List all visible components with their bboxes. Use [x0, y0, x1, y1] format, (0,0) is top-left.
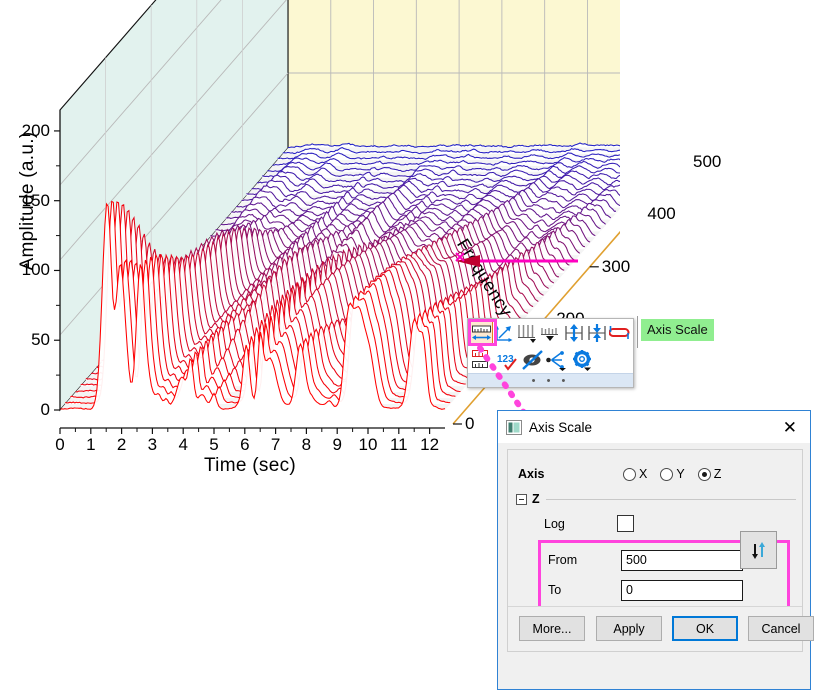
- x-tick-label-12: 12: [420, 435, 439, 455]
- z-tick-label-3: 400: [647, 204, 675, 224]
- y-tick-label-3: 150: [22, 191, 50, 211]
- x-tick-label-2: 2: [117, 435, 126, 455]
- toolbar-button-hide-show[interactable]: [520, 348, 545, 372]
- vertical-ticks-icon: [517, 323, 538, 343]
- x-tick-label-8: 8: [302, 435, 311, 455]
- gear-icon: [571, 349, 594, 371]
- toolbar-button-shrink-vertical[interactable]: [585, 321, 608, 345]
- collapse-icon[interactable]: [516, 494, 527, 505]
- log-checkbox[interactable]: [617, 515, 634, 532]
- expand-vertical-icon: [563, 323, 585, 343]
- to-label: To: [548, 583, 621, 597]
- x-tick-label-5: 5: [209, 435, 218, 455]
- toolbar-button-scatter-tool[interactable]: [545, 348, 570, 372]
- x-tick-label-3: 3: [148, 435, 157, 455]
- z-group-label: Z: [532, 492, 540, 506]
- axis-label: Axis: [518, 467, 623, 481]
- z-tick-label-0: 0: [465, 414, 474, 434]
- toolbar-button-expand-vertical[interactable]: [562, 321, 585, 345]
- radio-dot: [660, 468, 673, 481]
- radio-axis-z[interactable]: Z: [698, 467, 722, 481]
- x-tick-label-11: 11: [390, 435, 408, 455]
- ruler-ticks-icon: [471, 349, 494, 371]
- radio-dot: [698, 468, 711, 481]
- x-tick-label-7: 7: [271, 435, 280, 455]
- small-ticks-icon: [540, 323, 561, 343]
- swap-arrows-icon: [751, 542, 766, 559]
- toolbar-button-tick-labels[interactable]: [470, 348, 495, 372]
- x-tick-label-6: 6: [240, 435, 249, 455]
- toolbar-button-number-format[interactable]: 123: [495, 348, 520, 372]
- y-tick-label-2: 100: [22, 260, 50, 280]
- tooltip-axis-scale: Axis Scale: [641, 319, 714, 341]
- x-axis-title: Time (sec): [150, 455, 350, 477]
- loop-arrows-icon: [609, 323, 630, 343]
- radio-axis-y[interactable]: Y: [660, 467, 684, 481]
- z-tick-label-4: 500: [693, 152, 721, 172]
- more-button[interactable]: More...: [519, 616, 585, 641]
- toolbar-button-axis-scale[interactable]: [470, 321, 493, 345]
- radio-label: Y: [676, 467, 684, 481]
- x-tick-label-4: 4: [178, 435, 187, 455]
- scatter-arrows-icon: [546, 349, 569, 371]
- log-row: Log: [544, 515, 784, 532]
- dialog-titlebar[interactable]: Axis Scale ✕: [498, 411, 810, 443]
- toolbar-row-1: [468, 319, 633, 346]
- toolbar-button-rescale[interactable]: [493, 321, 516, 345]
- ruler-horizontal-arrows-icon: [471, 324, 492, 343]
- y-tick-label-4: 200: [22, 121, 50, 141]
- dialog-title: Axis Scale: [529, 420, 592, 435]
- to-row: To 0: [548, 579, 788, 601]
- app-icon: [506, 420, 522, 435]
- x-tick-label-1: 1: [86, 435, 95, 455]
- x-tick-label-10: 10: [359, 435, 378, 455]
- toolbar-button-plot-settings[interactable]: [570, 348, 595, 372]
- x-tick-label-0: 0: [55, 435, 64, 455]
- z-group-header[interactable]: Z: [516, 492, 796, 506]
- diagonal-arrows-icon: [495, 324, 514, 343]
- x-tick-label-9: 9: [332, 435, 341, 455]
- toolbar-overflow[interactable]: • • •: [468, 373, 633, 387]
- tooltip-connector: [637, 316, 638, 348]
- screenshot-root: Amplitude (a.u.) Time (sec) Frequency (H…: [0, 0, 814, 693]
- from-label: From: [548, 553, 621, 567]
- eye-slash-icon: [521, 349, 544, 371]
- ok-button[interactable]: OK: [672, 616, 738, 641]
- 123-check-icon: 123: [496, 349, 519, 371]
- y-tick-label-0: 0: [41, 400, 50, 420]
- radio-axis-x[interactable]: X: [623, 467, 647, 481]
- y-tick-label-1: 50: [31, 330, 50, 350]
- from-input[interactable]: 500: [621, 550, 743, 571]
- close-icon[interactable]: ✕: [776, 417, 804, 438]
- toolbar-button-tick-lines[interactable]: [516, 321, 539, 345]
- radio-dot: [623, 468, 636, 481]
- toolbar-row-2: 123: [468, 346, 633, 373]
- toolbar-button-minor-ticks[interactable]: [539, 321, 562, 345]
- toolbar-button-swap-axes[interactable]: [608, 321, 631, 345]
- log-label: Log: [544, 517, 617, 531]
- radio-label: Z: [714, 467, 722, 481]
- shrink-vertical-icon: [586, 323, 608, 343]
- apply-button[interactable]: Apply: [596, 616, 662, 641]
- radio-label: X: [639, 467, 647, 481]
- z-tick-label-2: 300: [602, 257, 630, 277]
- cancel-button[interactable]: Cancel: [748, 616, 814, 641]
- to-input[interactable]: 0: [621, 580, 743, 601]
- axis-selector-row: Axis X Y Z: [518, 467, 793, 481]
- swap-from-to-button[interactable]: [740, 531, 777, 569]
- group-divider: [546, 499, 796, 500]
- dialog-footer: More... Apply OK Cancel: [508, 606, 802, 651]
- mini-toolbar[interactable]: 123: [467, 318, 634, 388]
